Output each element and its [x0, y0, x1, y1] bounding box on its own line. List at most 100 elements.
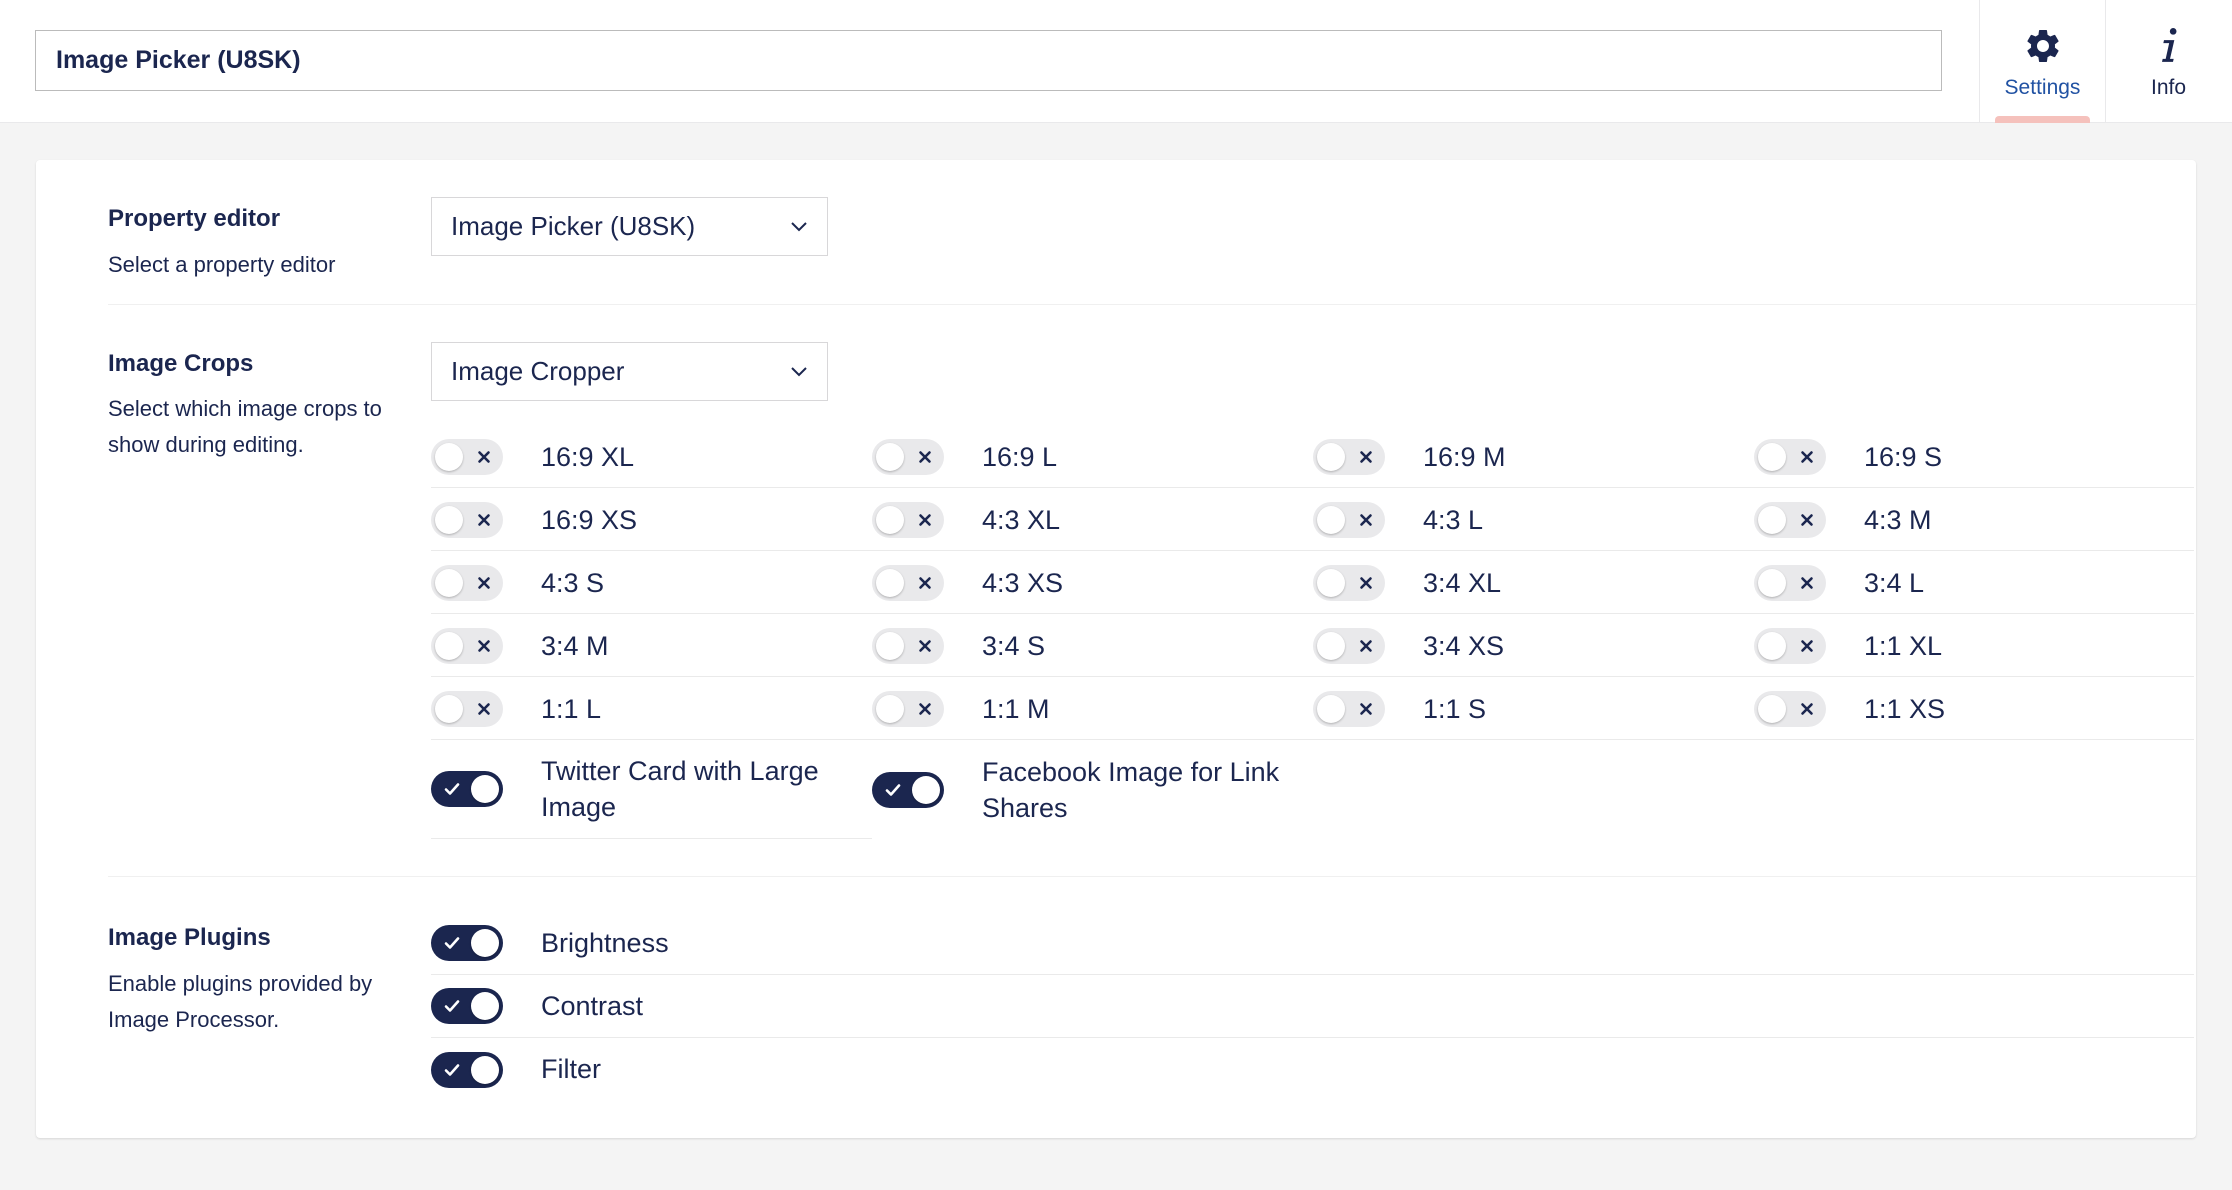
check-icon	[444, 1063, 460, 1076]
toggle-switch[interactable]	[1754, 627, 1826, 664]
settings-label: Settings	[2004, 75, 2081, 99]
toggle-knob	[876, 631, 904, 660]
crop-item: 16:9 XS	[431, 488, 637, 551]
close-icon	[1801, 450, 1813, 463]
toggle-switch[interactable]	[1313, 501, 1385, 538]
toggle-switch[interactable]	[431, 564, 503, 601]
crop-item: 4:3 XS	[872, 551, 1063, 614]
close-icon	[1360, 639, 1372, 652]
plugin-label: Filter	[541, 1054, 601, 1084]
toggle-switch[interactable]	[872, 501, 944, 538]
toggle-switch[interactable]	[431, 627, 503, 664]
toggle-switch[interactable]	[431, 501, 503, 538]
check-icon	[444, 1000, 460, 1012]
crop-item: 4:3 XL	[872, 488, 1060, 551]
crop-label: Twitter Card with Large Image	[541, 756, 819, 822]
crop-item: 1:1 XS	[1754, 677, 1945, 740]
toggle-switch[interactable]	[431, 771, 503, 807]
crop-row: 1:1 L 1:1 M 1:1 S 1:1 XS	[431, 677, 2194, 740]
crop-item: 16:9 XL	[431, 425, 634, 488]
close-icon	[478, 513, 490, 526]
image-crops-selected: Image Cropper	[451, 356, 625, 386]
property-editor-title: Property editor	[108, 205, 281, 232]
toggle-switch[interactable]	[872, 627, 944, 664]
crop-label: 3:4 L	[1864, 567, 1925, 598]
crop-item: 3:4 XL	[1313, 551, 1501, 614]
app-settings-button[interactable]: Settings	[1979, 0, 2105, 123]
toggle-knob	[1317, 631, 1345, 660]
crop-label: 4:3 S	[541, 567, 605, 598]
crop-label: 3:4 S	[982, 630, 1046, 661]
crop-row: 16:9 XL 16:9 L 16:9 M 16:9 S	[431, 425, 2194, 488]
check-icon	[885, 783, 901, 796]
crop-item: 3:4 M	[431, 614, 609, 677]
close-icon	[478, 576, 490, 589]
crop-item: 4:3 L	[1313, 488, 1483, 551]
toggle-switch[interactable]	[1313, 627, 1385, 664]
close-icon	[1801, 513, 1813, 526]
toggle-switch[interactable]	[1754, 438, 1826, 475]
toggle-switch[interactable]	[1313, 690, 1385, 727]
crop-label: 16:9 L	[982, 441, 1058, 472]
toggle-switch[interactable]	[431, 925, 503, 961]
close-icon	[478, 450, 490, 463]
property-editor-select[interactable]: Image Picker (U8SK)	[431, 197, 828, 256]
toggle-knob	[1758, 442, 1786, 471]
toggle-knob	[435, 568, 463, 597]
close-icon	[919, 639, 931, 652]
image-plugins-description: Enable plugins provided by Image Process…	[108, 971, 373, 1032]
crop-item: 1:1 L	[431, 677, 601, 740]
toggle-switch[interactable]	[1754, 564, 1826, 601]
app-info-button[interactable]: Info	[2105, 0, 2231, 123]
toggle-knob	[435, 694, 463, 723]
toggle-knob	[1758, 631, 1786, 660]
plugin-item: Brightness	[431, 912, 2194, 975]
crop-item: 4:3 M	[1754, 488, 1932, 551]
toggle-knob	[876, 442, 904, 471]
toggle-switch[interactable]	[872, 771, 944, 808]
check-icon	[444, 783, 460, 795]
crop-item: 1:1 S	[1313, 677, 1486, 740]
toggle-switch[interactable]	[1754, 501, 1826, 538]
close-icon	[478, 702, 490, 715]
plugin-item: Filter	[431, 1038, 2194, 1101]
check-icon	[444, 937, 460, 949]
info-icon	[2147, 24, 2191, 68]
close-icon	[919, 513, 931, 526]
toggle-knob	[912, 775, 940, 804]
close-icon	[919, 576, 931, 589]
close-icon	[1360, 450, 1372, 463]
toggle-knob	[1758, 568, 1786, 597]
crop-row: 3:4 M 3:4 S 3:4 XS 1:1 XL	[431, 614, 2194, 677]
active-tab-indicator	[1995, 116, 2090, 123]
toggle-knob	[1317, 694, 1345, 723]
crop-label: 16:9 XL	[541, 441, 635, 472]
toggle-switch[interactable]	[431, 1051, 503, 1088]
crop-label: 1:1 L	[541, 693, 602, 724]
toggle-switch[interactable]	[1313, 438, 1385, 475]
crop-row: Twitter Card with Large Image Facebook Im…	[431, 740, 2194, 839]
close-icon	[478, 639, 490, 652]
toggle-switch[interactable]	[1313, 564, 1385, 601]
gear-icon	[2021, 24, 2065, 68]
toggle-switch[interactable]	[431, 690, 503, 727]
toggle-switch[interactable]	[872, 438, 944, 475]
toggle-switch[interactable]	[431, 438, 503, 475]
toggle-knob	[876, 505, 904, 534]
crop-label: 1:1 XL	[1864, 630, 1943, 661]
image-plugins-title: Image Plugins	[108, 924, 271, 951]
close-icon	[919, 702, 931, 715]
property-editor-selected: Image Picker (U8SK)	[451, 211, 696, 241]
crop-label: 3:4 XS	[1423, 630, 1505, 661]
toggle-switch[interactable]	[431, 988, 503, 1024]
crop-label: 16:9 XS	[541, 504, 638, 535]
toggle-switch[interactable]	[872, 564, 944, 601]
crop-label: 16:9 S	[1864, 441, 1943, 472]
image-crops-select[interactable]: Image Cropper	[431, 342, 828, 401]
toggle-switch[interactable]	[1754, 690, 1826, 727]
toggle-switch[interactable]	[872, 690, 944, 727]
crop-item: Twitter Card with Large Image	[431, 740, 872, 839]
info-label: Info	[2150, 75, 2187, 99]
name-input[interactable]	[35, 30, 1942, 91]
crop-label: 1:1 S	[1423, 693, 1487, 724]
